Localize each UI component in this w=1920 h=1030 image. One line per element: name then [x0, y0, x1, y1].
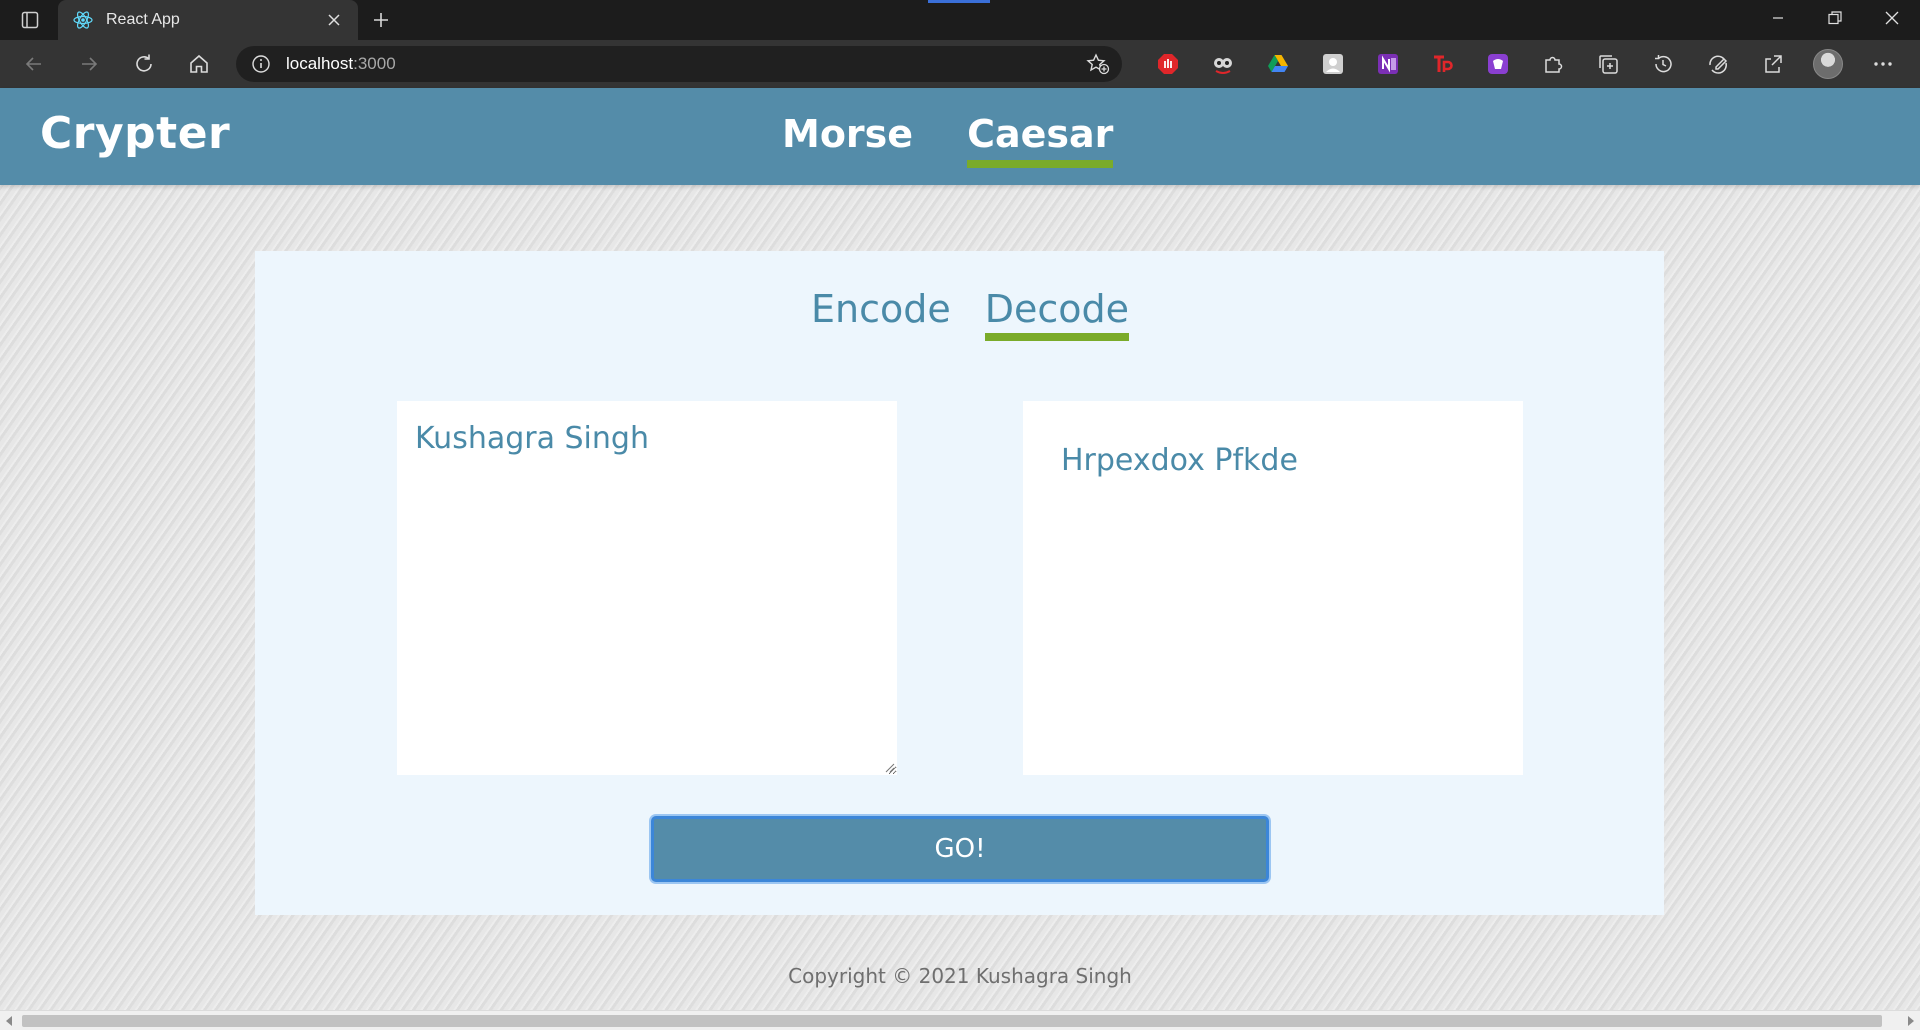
forward-arrow-icon: [82, 57, 98, 71]
onenote-icon: [1377, 54, 1398, 74]
tab-decode[interactable]: Decode: [984, 287, 1130, 341]
adblock-button[interactable]: [1140, 48, 1195, 80]
go-button[interactable]: GO!: [651, 816, 1269, 882]
browser-toolbar: localhost:3000: [0, 40, 1920, 88]
output-box: Hrpexdox Pfkde: [1023, 401, 1523, 775]
plus-icon: [374, 13, 388, 27]
extensions-row: [1140, 48, 1910, 80]
url-host: localhost: [286, 54, 354, 73]
horizontal-scrollbar[interactable]: [0, 1010, 1920, 1030]
collections-button[interactable]: [1580, 48, 1635, 80]
share-button[interactable]: [1745, 48, 1800, 80]
purple-extension-button[interactable]: [1470, 48, 1525, 80]
refresh-button[interactable]: [126, 48, 162, 80]
history-button[interactable]: [1635, 48, 1690, 80]
minimize-button[interactable]: [1749, 0, 1806, 36]
google-drive-icon: [1267, 55, 1288, 72]
scrollbar-thumb[interactable]: [22, 1015, 1882, 1027]
window-indicator: [928, 0, 990, 3]
output-text: Hrpexdox Pfkde: [1061, 443, 1298, 478]
web-capture-icon: [1708, 55, 1727, 74]
window-controls: [1749, 0, 1920, 40]
history-icon: [1654, 55, 1672, 73]
collections-icon: [1598, 55, 1618, 74]
browser-tab[interactable]: React App: [58, 0, 358, 40]
home-icon: [190, 54, 208, 73]
page-viewport: Crypter Morse Caesar Encode Decode Kusha…: [0, 88, 1920, 1010]
converter-card: Encode Decode Kushagra Singh Hrpexdox Pf…: [255, 251, 1664, 915]
nav-item-morse[interactable]: Morse: [782, 112, 913, 168]
browser-tab-bar: React App: [0, 0, 1920, 40]
site-info-icon[interactable]: [250, 53, 272, 75]
adblock-icon: [1157, 54, 1178, 74]
home-button[interactable]: [181, 48, 217, 80]
react-favicon-icon: [72, 9, 94, 31]
address-bar[interactable]: localhost:3000: [236, 46, 1122, 82]
more-icon: [1873, 62, 1892, 66]
restore-button[interactable]: [1806, 0, 1863, 36]
share-icon: [1764, 55, 1782, 73]
url-port: :3000: [353, 54, 396, 73]
input-textarea[interactable]: Kushagra Singh: [397, 401, 897, 775]
scroll-left-icon[interactable]: [4, 1015, 14, 1027]
footer-copyright: Copyright © 2021 Kushagra Singh: [788, 964, 1132, 988]
minimize-icon: [1772, 17, 1783, 19]
close-tab-icon[interactable]: [324, 10, 344, 30]
refresh-icon: [136, 54, 152, 72]
forward-button[interactable]: [71, 48, 107, 80]
close-icon: [1885, 11, 1898, 25]
restore-icon: [1827, 11, 1842, 25]
back-button[interactable]: [16, 48, 52, 80]
scroll-right-icon[interactable]: [1906, 1015, 1916, 1027]
eyes-extension-icon: [1213, 58, 1232, 74]
tp-extension-button[interactable]: [1415, 48, 1470, 80]
purple-extension-icon: [1487, 54, 1508, 74]
avatar: [1812, 49, 1843, 79]
web-capture-button[interactable]: [1690, 48, 1745, 80]
brand-logo[interactable]: Crypter: [40, 108, 230, 159]
profile-extension-icon: [1322, 54, 1343, 74]
profile-extension-button[interactable]: [1305, 48, 1360, 80]
tp-extension-icon: [1433, 55, 1453, 72]
onenote-button[interactable]: [1360, 48, 1415, 80]
puzzle-icon: [1544, 56, 1562, 73]
tab-actions-button[interactable]: [14, 8, 46, 32]
tab-title: React App: [106, 11, 180, 28]
close-window-button[interactable]: [1863, 0, 1920, 36]
profile-button[interactable]: [1800, 48, 1855, 80]
eyes-extension-button[interactable]: [1195, 48, 1250, 80]
extensions-button[interactable]: [1525, 48, 1580, 80]
resize-grip-icon[interactable]: [883, 761, 895, 773]
tab-encode[interactable]: Encode: [811, 287, 951, 341]
nav-item-caesar[interactable]: Caesar: [967, 112, 1114, 168]
mode-tabs: Encode Decode: [811, 287, 1130, 341]
google-drive-button[interactable]: [1250, 48, 1305, 80]
new-tab-button[interactable]: [366, 6, 396, 34]
tab-actions-icon: [21, 11, 39, 29]
back-arrow-icon: [25, 57, 41, 71]
add-favorite-icon[interactable]: [1086, 53, 1110, 75]
settings-more-button[interactable]: [1855, 48, 1910, 80]
site-header: Crypter Morse Caesar: [0, 88, 1920, 185]
main-nav: Morse Caesar: [782, 112, 1114, 168]
